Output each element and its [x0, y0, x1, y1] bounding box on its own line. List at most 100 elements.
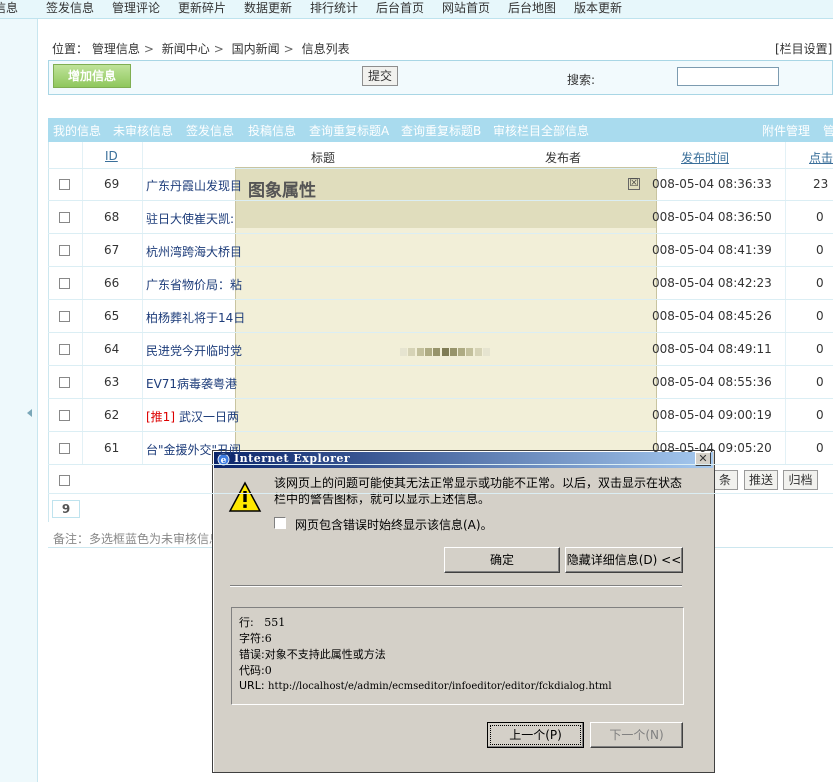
filter-link[interactable]: 签发信息 [186, 122, 234, 139]
row-checkbox[interactable] [59, 443, 70, 454]
breadcrumb-item-domestic-news[interactable]: 国内新闻 [232, 42, 280, 56]
row-divider [48, 493, 833, 494]
filter-link[interactable]: 未审核信息 [113, 122, 173, 139]
row-checkbox[interactable] [59, 311, 70, 322]
loading-square [483, 348, 490, 356]
search-input[interactable] [677, 67, 779, 86]
row-id: 66 [104, 276, 120, 290]
row-checkbox[interactable] [59, 212, 70, 223]
loading-square [400, 348, 407, 356]
loading-square [408, 348, 416, 356]
more-button[interactable]: 条 [712, 470, 738, 490]
header-id[interactable]: ID [105, 149, 118, 163]
checkbox-label: 网页包含错误时始终显示该信息(A)。 [295, 518, 493, 532]
add-info-button[interactable]: 增加信息 [53, 64, 131, 88]
row-title-link[interactable]: EV71病毒袭粤港 [146, 375, 237, 392]
row-title-link[interactable]: 台"金援外交"丑闻 [146, 441, 241, 458]
row-id: 65 [104, 309, 120, 323]
filter-link-right[interactable]: 管 [823, 122, 833, 139]
loading-square [416, 348, 424, 356]
nav-item[interactable]: 网站首页 [442, 0, 490, 16]
row-clicks: 0 [816, 375, 824, 389]
nav-item[interactable]: 排行统计 [310, 0, 358, 16]
row-title-link[interactable]: 杭州湾跨海大桥目 [146, 243, 242, 260]
archive-button[interactable]: 归档 [783, 470, 818, 490]
loading-square [449, 348, 457, 356]
ok-button[interactable]: 确定 [444, 547, 560, 573]
detail-url: URL: http://localhost/e/admin/ecmseditor… [239, 679, 612, 692]
row-divider [48, 332, 833, 333]
nav-item[interactable]: 后台首页 [376, 0, 424, 16]
row-checkbox[interactable] [59, 245, 70, 256]
next-button: 下一个(N) [590, 722, 683, 748]
row-divider [48, 398, 833, 399]
row-divider [48, 168, 833, 169]
filter-bar: 我的信息 未审核信息 签发信息 投稿信息 查询重复标题A 查询重复标题B 审核栏目全部信息 附… [48, 118, 833, 142]
row-title-link[interactable]: 广东省物价局：粘 [146, 276, 242, 293]
nav-item[interactable]: 更新碎片 [178, 0, 226, 16]
loading-square [433, 348, 441, 356]
warning-icon [228, 481, 262, 512]
filter-link-right[interactable]: 附件管理 [762, 122, 810, 139]
nav-item[interactable]: 后台地图 [508, 0, 556, 16]
row-checkbox[interactable] [59, 377, 70, 388]
loading-square [458, 348, 466, 356]
hide-details-button[interactable]: 隐藏详细信息(D) << [565, 547, 683, 573]
page-number[interactable]: 9 [52, 500, 80, 518]
left-frame-strip [0, 19, 38, 782]
row-time: 008-05-04 08:45:26 [652, 309, 772, 323]
row-clicks: 23 [813, 177, 829, 191]
row-title-link[interactable]: 民进党今开临时党 [146, 342, 242, 359]
previous-button[interactable]: 上一个(P) [487, 722, 584, 748]
row-checkbox[interactable] [59, 410, 70, 421]
header-title: 标题 [311, 151, 336, 165]
filter-link[interactable]: 审核栏目全部信息 [493, 122, 589, 139]
detail-error: 错误:对象不支持此属性或方法 [239, 648, 386, 661]
row-title-link[interactable]: 驻日大使崔天凯: [146, 210, 234, 227]
close-icon[interactable]: ☒ [628, 178, 640, 190]
row-title-link[interactable]: 广东丹霞山发现目 [146, 177, 242, 194]
row-divider [48, 266, 833, 267]
nav-item[interactable]: 版本更新 [574, 0, 622, 16]
top-navigation: 信息 签发信息 管理评论 更新碎片 数据更新 排行统计 后台首页 网站首页 后台地图 版本更新 [0, 0, 833, 19]
row-divider [48, 464, 833, 465]
row-divider [48, 233, 833, 234]
row-checkbox[interactable] [59, 179, 70, 190]
row-checkbox[interactable] [59, 278, 70, 289]
push-button[interactable]: 推送 [744, 470, 778, 490]
detail-char: 字符:6 [239, 632, 272, 645]
image-dialog-title: 图象属性 [248, 181, 316, 201]
row-time: 008-05-04 09:05:20 [652, 441, 772, 455]
row-checkbox[interactable] [59, 344, 70, 355]
column-settings-link[interactable]: [栏目设置] [775, 40, 832, 57]
header-clicks[interactable]: 点击 [809, 149, 833, 166]
always-show-checkbox[interactable] [274, 517, 286, 529]
breadcrumb-item-manage[interactable]: 管理信息 [92, 42, 140, 56]
header-publisher: 发布者 [545, 151, 582, 165]
row-title-link[interactable]: 武汉一日两 [179, 408, 239, 425]
loading-square [441, 348, 449, 356]
column-divider [785, 142, 786, 464]
filter-link[interactable]: 查询重复标题A [309, 122, 389, 139]
filter-link[interactable]: 我的信息 [53, 122, 101, 139]
breadcrumb-item-info-list[interactable]: 信息列表 [302, 42, 350, 56]
filter-link[interactable]: 查询重复标题B [401, 122, 481, 139]
nav-item[interactable]: 数据更新 [244, 0, 292, 16]
nav-item[interactable]: 管理评论 [112, 0, 160, 16]
nav-item[interactable]: 信息 [0, 0, 18, 16]
collapse-arrow-icon[interactable] [27, 409, 32, 417]
nav-item[interactable]: 签发信息 [46, 0, 94, 16]
select-all-checkbox[interactable] [59, 475, 70, 486]
column-divider [82, 142, 83, 464]
row-id: 68 [104, 210, 120, 224]
row-id: 69 [104, 177, 120, 191]
breadcrumb-item-news-center[interactable]: 新闻中心 [162, 42, 210, 56]
breadcrumb: 位置： 管理信息 > 新闻中心 > 国内新闻 > 信息列表 [52, 42, 350, 56]
header-time[interactable]: 发布时间 [681, 149, 729, 166]
submit-button[interactable]: 提交 [362, 66, 398, 86]
row-tag: [推1] [146, 410, 175, 424]
row-id: 61 [104, 441, 120, 455]
row-title-link[interactable]: 柏杨葬礼将于14日 [146, 309, 245, 326]
detail-code: 代码:0 [239, 664, 272, 677]
filter-link[interactable]: 投稿信息 [248, 122, 296, 139]
